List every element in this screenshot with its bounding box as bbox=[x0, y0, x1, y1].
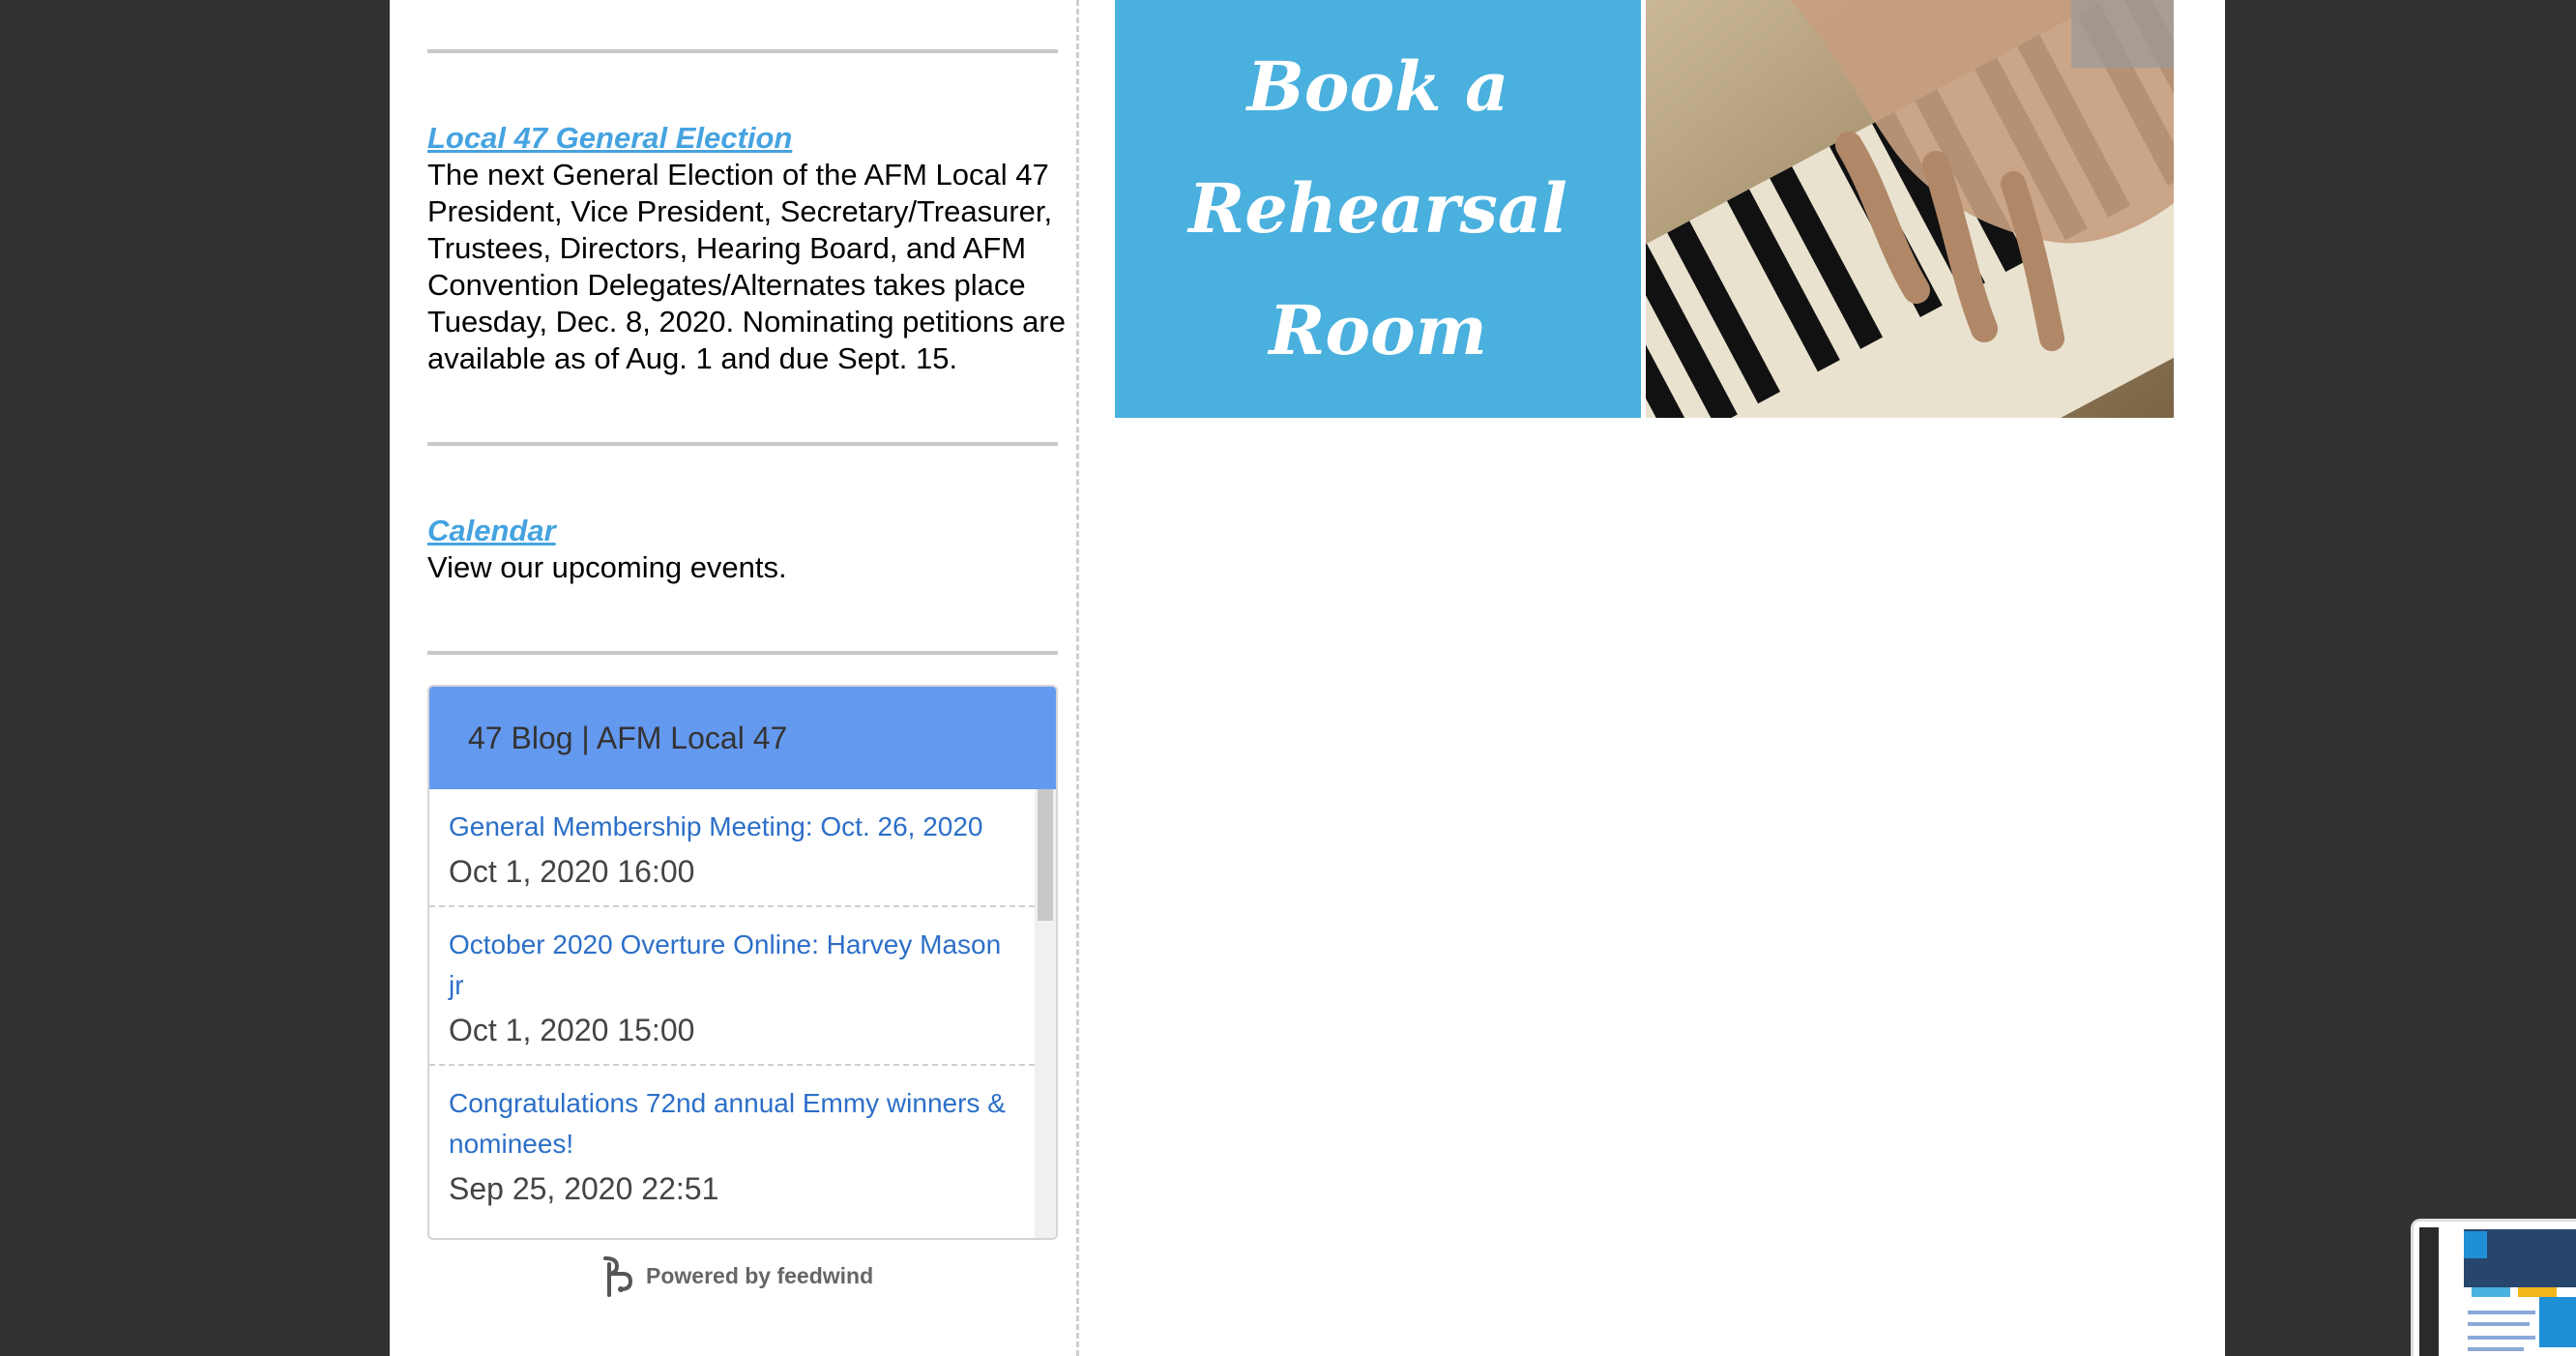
powered-by-label: Powered by feedwind bbox=[646, 1262, 874, 1288]
feed-item-date: Oct 1, 2020 16:00 bbox=[449, 854, 695, 889]
feed-item-link[interactable]: General Membership Meeting: Oct. 26, 202… bbox=[449, 807, 1015, 847]
election-section: Local 47 General Election The next Gener… bbox=[427, 120, 1066, 377]
feed-list: General Membership Meeting: Oct. 26, 202… bbox=[429, 789, 1035, 1238]
thumbnail-preview-icon bbox=[2414, 1222, 2576, 1356]
divider bbox=[427, 442, 1058, 446]
feed-item-link[interactable]: Congratulations 72nd annual Emmy winners… bbox=[449, 1083, 1015, 1164]
piano-hands-photo[interactable] bbox=[1646, 0, 2174, 418]
page-content: Local 47 General Election The next Gener… bbox=[390, 0, 2225, 1356]
calendar-description: View our upcoming events. bbox=[427, 550, 787, 584]
feed-scrollbar-thumb[interactable] bbox=[1038, 789, 1053, 921]
blog-feed-widget: 47 Blog | AFM Local 47 General Membershi… bbox=[427, 685, 1058, 1240]
calendar-section: Calendar View our upcoming events. bbox=[427, 513, 1066, 586]
feed-item: General Membership Meeting: Oct. 26, 202… bbox=[429, 789, 1035, 907]
feedwind-logo-icon bbox=[603, 1256, 633, 1297]
election-link[interactable]: Local 47 General Election bbox=[427, 120, 792, 157]
book-rehearsal-room-banner[interactable]: Book a Rehearsal Room bbox=[1115, 0, 1641, 418]
feed-item: October 2020 Overture Online: Harvey Mas… bbox=[429, 907, 1035, 1066]
divider bbox=[427, 651, 1058, 655]
powered-by-feedwind[interactable]: Powered by feedwind bbox=[598, 1253, 873, 1298]
piano-keys-illustration bbox=[1646, 0, 2174, 418]
divider bbox=[427, 49, 1058, 53]
feed-scrollbar[interactable] bbox=[1035, 789, 1056, 1238]
feed-item-link[interactable]: October 2020 Overture Online: Harvey Mas… bbox=[449, 925, 1015, 1006]
feed-header: 47 Blog | AFM Local 47 bbox=[429, 687, 1056, 789]
banner-line: Book a bbox=[1246, 46, 1509, 127]
banner-line: Room bbox=[1269, 290, 1487, 370]
election-description: The next General Election of the AFM Loc… bbox=[427, 158, 1066, 375]
banner-line: Rehearsal bbox=[1188, 168, 1567, 249]
column-divider bbox=[1076, 0, 1079, 1356]
feed-item-date: Oct 1, 2020 15:00 bbox=[449, 1013, 695, 1047]
calendar-link[interactable]: Calendar bbox=[427, 513, 556, 549]
feed-title: 47 Blog | AFM Local 47 bbox=[468, 720, 788, 755]
page-thumbnail[interactable] bbox=[2411, 1219, 2576, 1356]
feed-item: Congratulations 72nd annual Emmy winners… bbox=[429, 1066, 1035, 1223]
feed-item-date: Sep 25, 2020 22:51 bbox=[449, 1171, 719, 1206]
